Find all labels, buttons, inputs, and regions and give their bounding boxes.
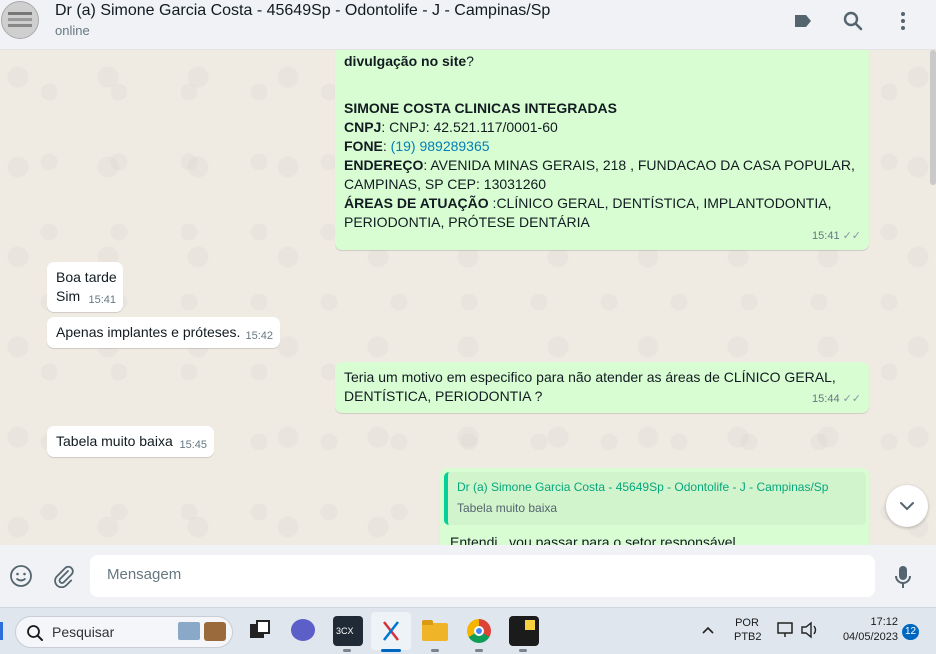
volume-icon[interactable] — [800, 621, 820, 639]
sticky-notes-icon[interactable] — [509, 616, 539, 646]
fone-label: FONE — [344, 138, 383, 154]
message-incoming[interactable]: Boa tarde Sim 15:41 — [47, 262, 123, 312]
running-indicator — [475, 649, 483, 652]
windows-taskbar: Pesquisar 3CX POR PTB2 17:12 04/05/2023 … — [0, 607, 936, 654]
running-indicator — [431, 649, 439, 652]
notification-badge[interactable]: 12 — [902, 624, 919, 640]
chat-area[interactable]: divulgação no site? SIMONE COSTA CLINICA… — [0, 50, 936, 545]
message-text: divulgação no site — [344, 53, 467, 69]
language-code: POR — [735, 617, 759, 629]
fone-separator: : — [382, 138, 391, 154]
clock[interactable]: 17:12 04/05/2023 — [830, 616, 898, 643]
search-icon — [27, 625, 43, 641]
message-text: ? — [466, 53, 474, 69]
message-outgoing[interactable]: Teria um motivo em especifico para não a… — [335, 362, 869, 413]
message-input[interactable]: Mensagem — [90, 555, 875, 597]
chat-scrollbar[interactable] — [930, 50, 936, 185]
label-icon[interactable] — [791, 9, 815, 33]
message-text: DENTÍSTICA, PERIODONTIA ? — [344, 388, 543, 404]
taskbar-search[interactable]: Pesquisar — [15, 616, 233, 648]
search-icon[interactable] — [841, 9, 865, 33]
briefcase-icon — [204, 622, 226, 641]
running-indicator — [343, 649, 351, 652]
contact-avatar[interactable] — [1, 1, 39, 39]
message-line: divulgação no site? — [344, 52, 474, 71]
chevron-down-icon — [900, 502, 914, 511]
message-time: 15:41 — [88, 294, 116, 306]
teams-chat-icon[interactable] — [288, 616, 318, 646]
chrome-icon[interactable] — [464, 616, 494, 646]
search-placeholder: Pesquisar — [52, 624, 115, 640]
attach-icon[interactable] — [51, 564, 75, 588]
message-time: 15:45 — [179, 439, 207, 451]
quote-text: Tabela muito baixa — [457, 501, 558, 515]
message-incoming[interactable]: Tabela muito baixa 15:45 — [47, 426, 214, 457]
quoted-message[interactable]: Dr (a) Simone Garcia Costa - 45649Sp - O… — [444, 472, 866, 525]
message-text: Sim — [56, 288, 81, 304]
chat-header: Dr (a) Simone Garcia Costa - 45649Sp - O… — [0, 0, 936, 50]
cnpj-line: CNPJ: CNPJ: 42.521.117/0001-60 — [344, 118, 558, 137]
areas-line-2: PERIODONTIA, PRÓTESE DENTÁRIA — [344, 214, 590, 230]
endereco-line: ENDEREÇO: AVENIDA MINAS GERAIS, 218 , FU… — [344, 156, 855, 175]
cnpj-label: CNPJ — [344, 119, 382, 135]
snipping-tool-icon[interactable] — [376, 616, 406, 646]
contact-status: online — [55, 23, 90, 38]
message-text: Boa tarde — [56, 269, 117, 285]
contact-name[interactable]: Dr (a) Simone Garcia Costa - 45649Sp - O… — [55, 2, 550, 20]
endereco-label: ENDEREÇO — [344, 157, 424, 173]
laptop-icon — [178, 622, 200, 640]
clock-time: 17:12 — [870, 616, 898, 628]
areas-value: :CLÍNICO GERAL, DENTÍSTICA, IMPLANTODONT… — [488, 195, 832, 211]
quote-author: Dr (a) Simone Garcia Costa - 45649Sp - O… — [457, 480, 829, 494]
clock-date: 04/05/2023 — [842, 631, 898, 643]
network-icon[interactable] — [776, 621, 796, 639]
3cx-app-icon[interactable]: 3CX — [333, 616, 363, 646]
task-view-icon[interactable] — [245, 616, 275, 646]
chevron-up-icon[interactable] — [701, 624, 715, 638]
message-text: Tabela muito baixa — [56, 433, 173, 449]
message-incoming[interactable]: Apenas implantes e próteses. 15:42 — [47, 317, 280, 348]
message-time: 15:42 — [245, 330, 273, 342]
phone-link[interactable]: (19) 989289365 — [391, 138, 490, 154]
areas-line: ÁREAS DE ATUAÇÃO :CLÍNICO GERAL, DENTÍST… — [344, 194, 831, 213]
message-text: Teria um motivo em especifico para não a… — [344, 369, 836, 385]
cnpj-value: : CNPJ: 42.521.117/0001-60 — [381, 119, 558, 135]
time-text: 15:41 — [812, 230, 840, 242]
double-check-icon: ✓✓ — [842, 393, 861, 405]
keyboard-layout: PTB2 — [734, 631, 762, 643]
message-text: Apenas implantes e próteses. — [56, 324, 241, 340]
double-check-icon: ✓✓ — [842, 230, 861, 242]
running-indicator — [519, 649, 527, 652]
message-time: 15:44 ✓✓ — [812, 390, 861, 409]
message-text: Entendi , vou passar para o setor respon… — [450, 534, 736, 545]
message-outgoing[interactable]: divulgação no site? SIMONE COSTA CLINICA… — [335, 50, 869, 250]
scroll-down-button[interactable] — [886, 485, 928, 527]
message-time: 15:41 ✓✓ — [812, 227, 861, 246]
company-name: SIMONE COSTA CLINICAS INTEGRADAS — [344, 100, 618, 116]
endereco-line-2: CAMPINAS, SP CEP: 13031260 — [344, 176, 547, 192]
3cx-label: 3CX — [336, 626, 354, 636]
areas-label: ÁREAS DE ATUAÇÃO — [344, 195, 489, 211]
active-indicator — [381, 649, 401, 652]
microphone-icon[interactable] — [891, 564, 915, 590]
menu-icon[interactable] — [891, 9, 915, 33]
composer-bar: Mensagem — [0, 545, 936, 607]
fone-line: FONE: (19) 989289365 — [344, 137, 490, 156]
time-text: 15:44 — [812, 393, 840, 405]
start-edge[interactable] — [0, 622, 3, 640]
endereco-value: : AVENIDA MINAS GERAIS, 218 , FUNDACAO D… — [423, 157, 855, 173]
emoji-icon[interactable] — [9, 564, 33, 588]
file-explorer-icon[interactable] — [420, 616, 450, 646]
language-indicator[interactable]: POR PTB2 — [734, 617, 762, 643]
